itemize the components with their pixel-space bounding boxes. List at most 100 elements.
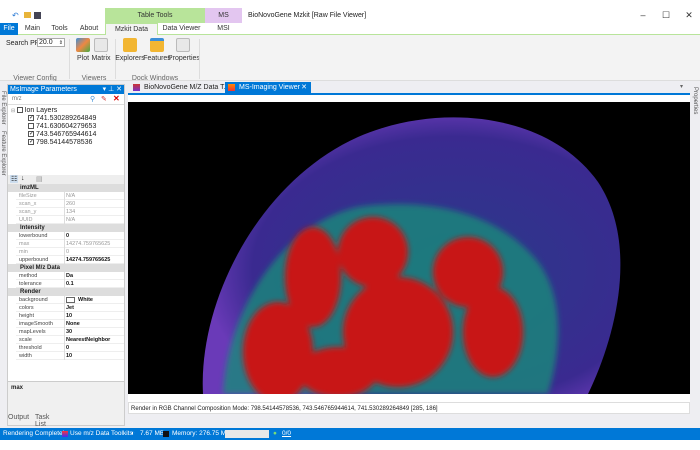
property-key: tolerance <box>19 281 42 287</box>
checkbox-checked[interactable]: ✓ <box>28 115 34 122</box>
checkbox-checked[interactable]: ✓ <box>28 139 34 146</box>
property-category[interactable]: imzML <box>8 184 124 192</box>
toolkit-button[interactable]: Use m/z Data Toolkits <box>70 428 133 440</box>
feature-explorer-tab[interactable]: Feature Explorer <box>0 131 6 176</box>
properties-dock-tab[interactable]: Properties <box>692 87 698 114</box>
tab-file[interactable]: File <box>0 23 18 35</box>
property-value: None <box>66 321 80 327</box>
property-row[interactable]: min 0 <box>16 248 124 256</box>
property-row[interactable]: mapLevels 30 <box>16 328 124 336</box>
features-icon <box>150 38 164 52</box>
tab-ms-imaging-viewer[interactable]: MS-Imaging Viewer ✕ <box>225 82 311 93</box>
pin-icon[interactable]: ✎ <box>101 95 107 103</box>
property-value: Jet <box>66 305 74 311</box>
layer-item[interactable]: ✓ 743.546765944614 <box>28 131 96 139</box>
property-category[interactable]: Intensity <box>8 224 124 232</box>
property-pages-icon[interactable]: ▤ <box>36 175 43 183</box>
property-row[interactable]: tolerance 0.1 <box>16 280 124 288</box>
divider <box>64 208 65 216</box>
property-row[interactable]: upperbound 14274.759765625 <box>16 256 124 264</box>
checkbox[interactable] <box>16 107 23 114</box>
search-icon[interactable]: ⚲ <box>90 95 95 103</box>
tab-msi[interactable]: MSI <box>205 23 242 35</box>
explorers-label: Explorers <box>115 55 145 62</box>
property-row[interactable]: imageSmooth None <box>16 320 124 328</box>
categorized-icon[interactable]: ☷ <box>10 175 19 183</box>
open-folder-icon[interactable] <box>24 12 31 18</box>
divider <box>64 344 65 352</box>
search-ppm-input[interactable]: 20.0 ⇕ <box>37 38 65 47</box>
left-dock-strip: File Explorer Feature Explorer <box>0 81 7 381</box>
checkbox[interactable] <box>28 123 34 130</box>
divider <box>64 272 65 280</box>
property-row[interactable]: max 14274.759765625 <box>16 240 124 248</box>
right-dock-strip: Properties <box>690 81 700 428</box>
layer-item[interactable]: ✓ 798.54144578536 <box>28 139 92 147</box>
property-category[interactable]: Render <box>8 288 124 296</box>
progress-bar <box>225 430 269 438</box>
property-row[interactable]: width 10 <box>16 352 124 360</box>
property-row[interactable]: scan_y 134 <box>16 208 124 216</box>
sort-alpha-icon[interactable]: ↓ <box>21 175 25 182</box>
properties-button[interactable]: Properties <box>168 38 200 62</box>
property-key: imageSmooth <box>19 321 53 327</box>
property-row[interactable]: UUID N/A <box>16 216 124 224</box>
property-key: height <box>19 313 34 319</box>
mz-search-input[interactable] <box>12 95 82 103</box>
property-key: background <box>19 297 48 303</box>
property-row[interactable]: method Da <box>16 272 124 280</box>
undo-icon[interactable]: ↶ <box>12 11 19 20</box>
divider <box>64 216 65 224</box>
context-table-tools: Table Tools <box>105 8 205 23</box>
task-count[interactable]: 0/0 <box>282 428 291 440</box>
explorers-button[interactable]: Explorers <box>115 38 145 62</box>
property-row[interactable]: scale NearestNeighbor <box>16 336 124 344</box>
checkbox-checked[interactable]: ✓ <box>28 131 34 138</box>
property-row[interactable]: fileSize N/A <box>16 192 124 200</box>
tab-dropdown-icon[interactable]: ▾ <box>680 83 683 90</box>
layer-item[interactable]: ✓ 741.530289264849 <box>28 115 96 123</box>
divider <box>64 352 65 360</box>
layer-mz: 743.546765944614 <box>36 131 97 138</box>
property-value: 134 <box>66 209 76 215</box>
layer-item[interactable]: 741.630604279653 <box>28 123 96 131</box>
close-button[interactable]: ✕ <box>678 8 700 23</box>
property-row[interactable]: threshold 0 <box>16 344 124 352</box>
file-explorer-tab[interactable]: File Explorer <box>0 91 6 125</box>
tree-root[interactable]: ⊟ Ion Layers <box>11 107 57 115</box>
property-key: fileSize <box>19 193 37 199</box>
divider <box>64 312 65 320</box>
tab-about[interactable]: About <box>74 23 104 35</box>
matrix-button[interactable]: Matrix <box>88 38 114 62</box>
minimize-button[interactable]: – <box>632 8 654 23</box>
tab-data-viewer[interactable]: Data Viewer <box>158 23 205 35</box>
property-category[interactable]: Pixel M/z Data <box>8 264 124 272</box>
features-label: Features <box>143 55 171 62</box>
property-row[interactable]: colors Jet <box>16 304 124 312</box>
document-icon <box>133 84 140 91</box>
divider <box>64 296 65 304</box>
tab-tools[interactable]: Tools <box>47 23 72 35</box>
panel-controls[interactable]: ▾ ⊥ ✕ <box>103 85 122 94</box>
property-key: method <box>19 273 38 279</box>
features-button[interactable]: Features <box>143 38 171 62</box>
property-row[interactable]: scan_x 260 <box>16 200 124 208</box>
panel-header: MsImage Parameters ▾ ⊥ ✕ <box>8 85 124 94</box>
tab-output[interactable]: Output <box>8 414 29 421</box>
maximize-button[interactable]: ☐ <box>655 8 677 23</box>
tab-main[interactable]: Main <box>20 23 45 35</box>
ms-image-canvas[interactable] <box>128 102 690 394</box>
clear-icon[interactable]: ✕ <box>113 94 120 103</box>
property-row[interactable]: lowerbound 0 <box>16 232 124 240</box>
tab-task-list[interactable]: Task List <box>35 414 49 428</box>
property-row[interactable]: background White <box>16 296 124 304</box>
property-grid-toolbar: ☷ ↓ ▤ <box>8 175 124 184</box>
close-tab-icon[interactable]: ✕ <box>301 82 307 93</box>
ion-layers-tree: ⊟ Ion Layers ✓ 741.530289264849 741.63060… <box>8 105 124 173</box>
property-row[interactable]: height 10 <box>16 312 124 320</box>
tab-mz-data-table[interactable]: BioNovoGene M/Z Data T... <box>130 82 229 93</box>
check-icon: ● <box>273 430 277 437</box>
save-icon[interactable] <box>34 12 41 19</box>
spinner-icon[interactable]: ⇕ <box>59 39 63 47</box>
property-key: scale <box>19 337 32 343</box>
